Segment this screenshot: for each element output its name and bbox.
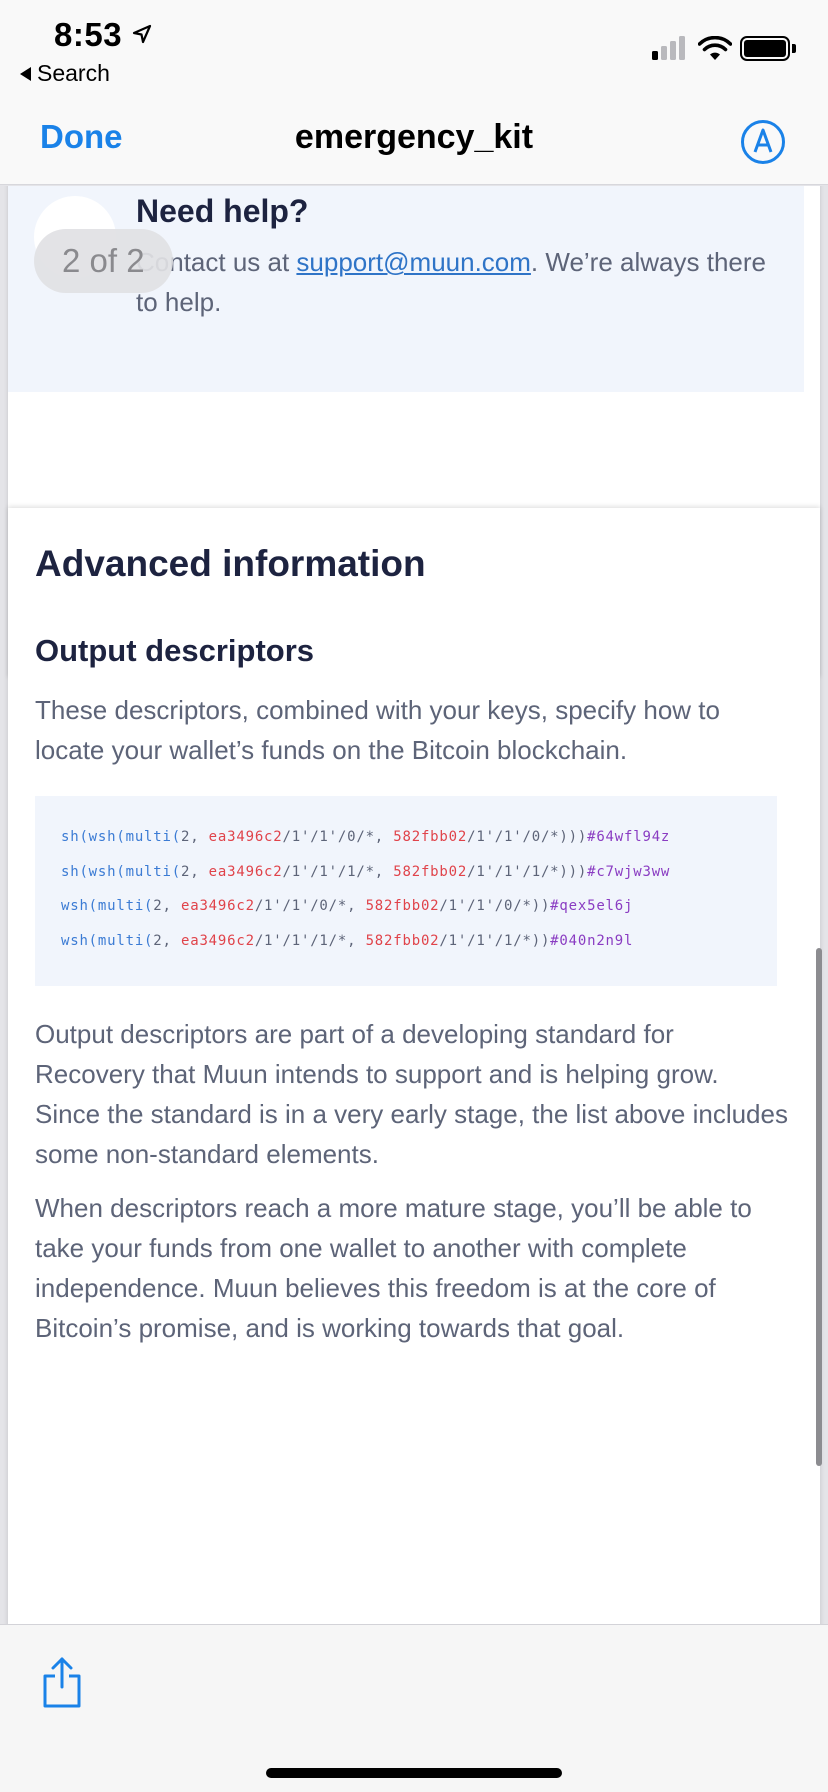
back-label: Search: [37, 60, 110, 86]
page-indicator-badge: 2 of 2: [34, 229, 173, 293]
markup-pen-circle-icon[interactable]: [740, 119, 786, 165]
cellular-signal-icon: [652, 36, 685, 60]
share-icon[interactable]: [40, 1655, 84, 1709]
pdf-page-2: Advanced information Output descriptors …: [8, 508, 820, 1624]
vertical-scrollbar[interactable]: [816, 948, 822, 1466]
home-indicator[interactable]: [266, 1768, 562, 1778]
support-email-link[interactable]: support@muun.com: [296, 247, 531, 277]
descriptors-future-paragraph: When descriptors reach a more mature sta…: [35, 1193, 752, 1343]
descriptor-line: sh(wsh(multi(2, ea3496c2/1'/1'/0/*, 582f…: [61, 829, 671, 845]
descriptors-code-block: sh(wsh(multi(2, ea3496c2/1'/1'/0/*, 582f…: [35, 796, 777, 986]
descriptor-line: sh(wsh(multi(2, ea3496c2/1'/1'/1/*, 582f…: [61, 863, 671, 880]
help-text: Contact us at support@muun.com. We’re al…: [136, 242, 776, 322]
status-time: 8:53: [54, 16, 123, 53]
descriptor-line: wsh(multi(2, ea3496c2/1'/1'/1/*, 582fbb0…: [61, 932, 634, 949]
bottom-toolbar: [0, 1624, 828, 1792]
battery-icon: [740, 36, 790, 61]
back-to-search[interactable]: Search: [20, 60, 110, 87]
location-arrow-icon: [132, 24, 152, 44]
document-viewer[interactable]: Need help? Contact us at support@muun.co…: [0, 186, 828, 1624]
battery-nub: [792, 44, 796, 53]
descriptor-line: wsh(multi(2, ea3496c2/1'/1'/0/*, 582fbb0…: [61, 898, 634, 914]
descriptors-intro: These descriptors, combined with your ke…: [35, 695, 720, 765]
output-descriptors-title: Output descriptors: [35, 633, 315, 668]
wifi-icon: [698, 36, 732, 60]
document-title: emergency_kit: [294, 118, 534, 156]
help-title: Need help?: [136, 193, 309, 229]
descriptors-standard-paragraph: Output descriptors are part of a develop…: [35, 1019, 788, 1169]
top-bar: 8:53 Search Done emergency_kit: [0, 0, 828, 185]
advanced-info-title: Advanced information: [35, 543, 426, 584]
back-arrow-icon: [20, 66, 31, 81]
